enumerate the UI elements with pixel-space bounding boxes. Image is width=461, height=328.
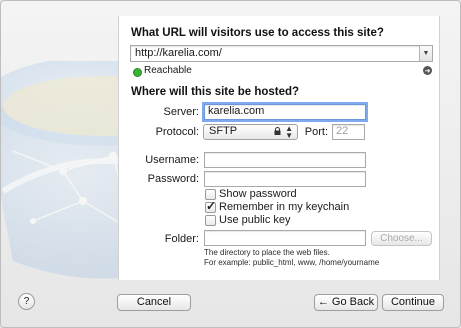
folder-hint-line-1: The directory to place the web files. (204, 248, 330, 257)
server-value: karelia.com (208, 105, 265, 117)
go-back-button[interactable]: ← Go Back (314, 294, 378, 311)
hosting-heading: Where will this site be hosted? (131, 86, 300, 98)
username-label: Username: (145, 154, 199, 166)
use-public-key-checkbox[interactable] (205, 215, 216, 226)
password-field[interactable] (204, 171, 366, 187)
help-button[interactable]: ? (18, 293, 35, 310)
reachable-status-text: Reachable (144, 65, 192, 76)
server-field[interactable]: karelia.com (202, 102, 368, 122)
remember-keychain-label[interactable]: Remember in my keychain (219, 201, 349, 213)
protocol-value: SFTP (209, 125, 238, 137)
continue-button[interactable]: Continue (382, 294, 444, 311)
choose-folder-button[interactable]: Choose... (371, 231, 432, 246)
folder-label: Folder: (164, 233, 199, 245)
show-password-label[interactable]: Show password (219, 188, 297, 200)
use-public-key-label[interactable]: Use public key (219, 214, 291, 226)
site-url-combobox[interactable]: http://karelia.com/ ▼ (130, 45, 433, 62)
port-placeholder: 22 (336, 125, 349, 137)
settings-panel: What URL will visitors use to access thi… (118, 16, 440, 280)
server-label: Server: (163, 106, 199, 118)
chevron-down-icon[interactable]: ▼ (419, 46, 432, 61)
port-field[interactable]: 22 (332, 124, 365, 140)
site-url-value: http://karelia.com/ (135, 47, 222, 59)
username-field[interactable] (204, 152, 366, 168)
checkmark-icon: ✓ (206, 199, 217, 213)
go-to-url-icon[interactable]: ➜ (423, 66, 432, 75)
host-setup-sheet: What URL will visitors use to access thi… (0, 0, 461, 328)
cancel-button[interactable]: Cancel (117, 294, 191, 311)
port-label: Port: (304, 126, 328, 138)
reachable-status-icon (133, 68, 142, 77)
protocol-label: Protocol: (155, 126, 199, 138)
folder-field[interactable] (204, 230, 366, 246)
remember-keychain-checkbox[interactable]: ✓ (205, 199, 217, 213)
password-label: Password: (147, 173, 199, 185)
folder-hint-line-2: For example: public_html, www, /home/you… (204, 258, 380, 267)
url-heading: What URL will visitors use to access thi… (131, 27, 384, 39)
